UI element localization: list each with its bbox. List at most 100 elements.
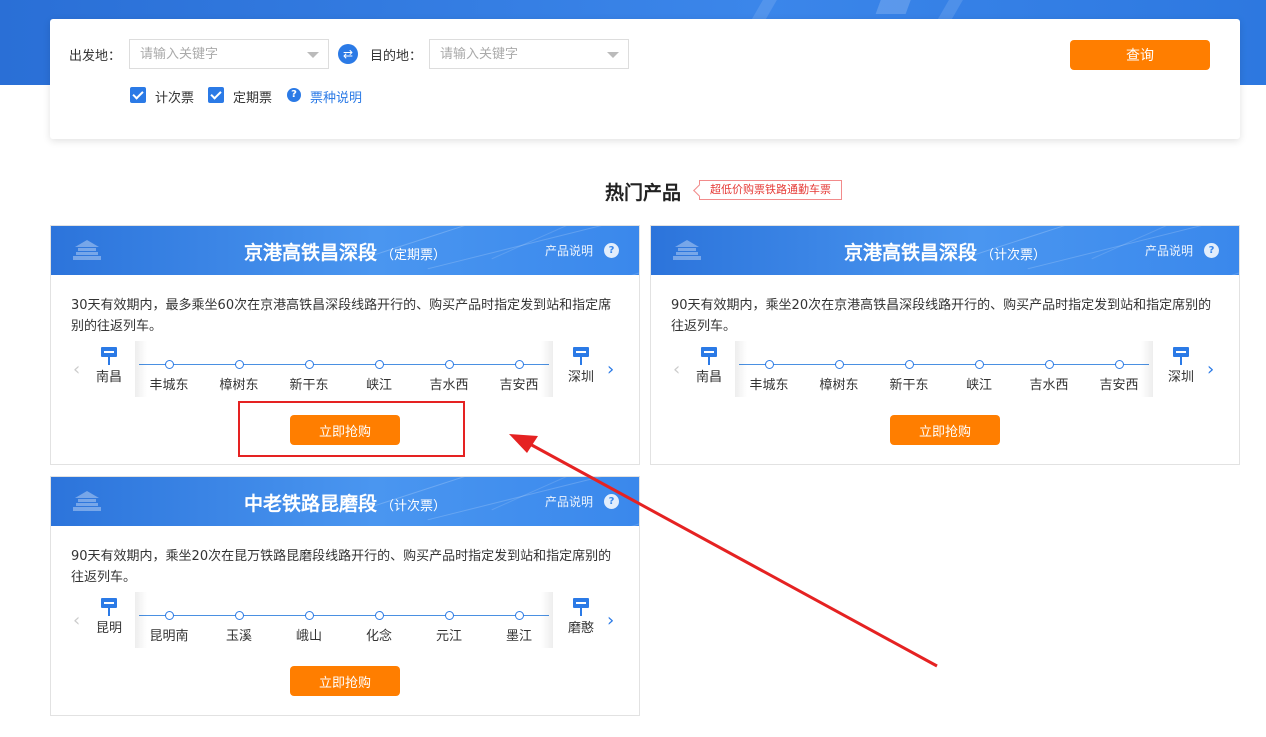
route-stop-name: 元江 (435, 629, 462, 644)
station-sign-icon (101, 347, 117, 365)
route-stop-name: 丰城东 (149, 378, 189, 393)
route-stop-name: 吉安西 (499, 378, 539, 393)
promo-badge: 超低价购票铁路通勤车票 (699, 180, 842, 200)
route-stop-dot (235, 611, 244, 620)
route-stop-dot (305, 360, 314, 369)
route-stop-dot (1115, 360, 1124, 369)
route-stop-name: 峡江 (965, 378, 992, 393)
station-sign-icon (573, 347, 589, 365)
chevron-right-icon[interactable]: › (1207, 359, 1214, 380)
card-ticket-type: （计次票） (381, 499, 447, 514)
route-stop-name: 樟树东 (819, 378, 859, 393)
route-end: 磨憨 (561, 598, 601, 636)
card-header: 中老铁路昆磨段 （计次票） 产品说明? (51, 477, 639, 526)
route-stop-name: 玉溪 (225, 629, 252, 644)
route-map: ‹ › 南昌 深圳丰城东 樟树东 新干东 峡江 吉水西 吉安西 (51, 341, 639, 401)
route-stop-dot (515, 611, 524, 620)
card-description: 90天有效期内，乘坐20次在昆万铁路昆磨段线路开行的、购买产品时指定发到站和指定… (71, 549, 612, 585)
route-stop-name: 丰城东 (749, 378, 789, 393)
route-stop-dot (905, 360, 914, 369)
route-stop-name: 新干东 (889, 378, 929, 393)
route-stop-dot (305, 611, 314, 620)
route-stop-dot (165, 360, 174, 369)
route-start: 南昌 (89, 347, 129, 385)
buy-now-button[interactable]: 立即抢购 (290, 666, 400, 696)
chevron-down-icon[interactable] (307, 52, 319, 58)
route-stop-name: 昆明南 (149, 629, 189, 644)
buy-now-button[interactable]: 立即抢购 (290, 415, 400, 445)
station-sign-icon (701, 347, 717, 365)
period-ticket-checkbox[interactable] (208, 87, 224, 103)
chevron-left-icon[interactable]: ‹ (673, 359, 680, 380)
station-sign-icon (573, 598, 589, 616)
question-icon[interactable]: ? (604, 494, 619, 509)
station-sign-icon (101, 598, 117, 616)
route-end: 深圳 (1161, 347, 1201, 385)
route-stop-dot (835, 360, 844, 369)
card-title-text: 京港高铁昌深段 (843, 242, 977, 264)
chevron-down-icon[interactable] (607, 52, 619, 58)
route-stop-dot (765, 360, 774, 369)
route-stop-name: 吉水西 (1029, 378, 1069, 393)
route-start-name: 昆明 (95, 621, 122, 636)
to-select[interactable] (429, 39, 629, 69)
route-stop-dot (1045, 360, 1054, 369)
route-line (139, 615, 549, 616)
question-icon[interactable]: ? (1204, 243, 1219, 258)
period-ticket-label[interactable]: 定期票 (233, 87, 272, 106)
route-stop-dot (445, 360, 454, 369)
query-button[interactable]: 查询 (1070, 40, 1210, 70)
from-input[interactable] (130, 40, 300, 68)
to-input[interactable] (430, 40, 600, 68)
buy-now-button[interactable]: 立即抢购 (890, 415, 1000, 445)
route-stop-name: 吉安西 (1099, 378, 1139, 393)
card-title-text: 中老铁路昆磨段 (243, 493, 377, 515)
from-select[interactable] (129, 39, 329, 69)
product-card: 中老铁路昆磨段 （计次票） 产品说明? 90天有效期内，乘坐20次在昆万铁路昆磨段线路… (50, 476, 640, 716)
count-ticket-label[interactable]: 计次票 (155, 87, 194, 106)
card-header: 京港高铁昌深段 （定期票） 产品说明? (51, 226, 639, 275)
route-stop-name: 峡江 (365, 378, 392, 393)
section-title: 热门产品 (605, 182, 682, 204)
route-start: 南昌 (689, 347, 729, 385)
card-header: 京港高铁昌深段 （计次票） 产品说明? (651, 226, 1239, 275)
route-stop-dot (375, 611, 384, 620)
question-icon[interactable]: ? (287, 88, 301, 102)
chevron-left-icon[interactable]: ‹ (73, 610, 80, 631)
product-info-link[interactable]: 产品说明 (545, 242, 593, 259)
product-info-link[interactable]: 产品说明 (545, 493, 593, 510)
route-stop-name: 樟树东 (219, 378, 259, 393)
card-title-text: 京港高铁昌深段 (243, 242, 377, 264)
chevron-right-icon[interactable]: › (607, 610, 614, 631)
route-map: ‹ › 昆明 磨憨 昆明南 玉溪 峨山 化念 元江 墨江 (51, 592, 639, 652)
route-end-name: 深圳 (1167, 370, 1194, 385)
route-stop-dot (975, 360, 984, 369)
route-stop-name: 峨山 (295, 629, 322, 644)
ticket-info-link[interactable]: 票种说明 (310, 87, 362, 106)
route-stop-name: 吉水西 (429, 378, 469, 393)
product-info-link[interactable]: 产品说明 (1145, 242, 1193, 259)
product-card: 京港高铁昌深段 （计次票） 产品说明? 90天有效期内，乘坐20次在京港高铁昌深段线路… (650, 225, 1240, 465)
chevron-left-icon[interactable]: ‹ (73, 359, 80, 380)
search-panel: 出发地： ⇄ 目的地： 查询 计次票 定期票 ? 票种说明 (50, 19, 1240, 139)
route-start-name: 南昌 (695, 370, 722, 385)
to-label: 目的地： (370, 49, 423, 64)
chevron-right-icon[interactable]: › (607, 359, 614, 380)
route-line (139, 364, 549, 365)
swap-icon[interactable]: ⇄ (338, 44, 358, 64)
station-sign-icon (1173, 347, 1189, 365)
route-map: ‹ › 南昌 深圳丰城东 樟树东 新干东 峡江 吉水西 吉安西 (651, 341, 1239, 401)
route-stop-dot (515, 360, 524, 369)
route-start-name: 南昌 (95, 370, 122, 385)
route-stop-name: 化念 (365, 629, 392, 644)
count-ticket-checkbox[interactable] (130, 87, 146, 103)
route-stop-dot (165, 611, 174, 620)
question-icon[interactable]: ? (604, 243, 619, 258)
route-end: 深圳 (561, 347, 601, 385)
card-ticket-type: （定期票） (381, 248, 447, 263)
card-ticket-type: （计次票） (981, 248, 1047, 263)
from-label: 出发地： (69, 49, 122, 64)
route-stop-dot (445, 611, 454, 620)
route-stop-name: 新干东 (289, 378, 329, 393)
card-description: 30天有效期内，最多乘坐60次在京港高铁昌深段线路开行的、购买产品时指定发到站和… (71, 298, 612, 334)
